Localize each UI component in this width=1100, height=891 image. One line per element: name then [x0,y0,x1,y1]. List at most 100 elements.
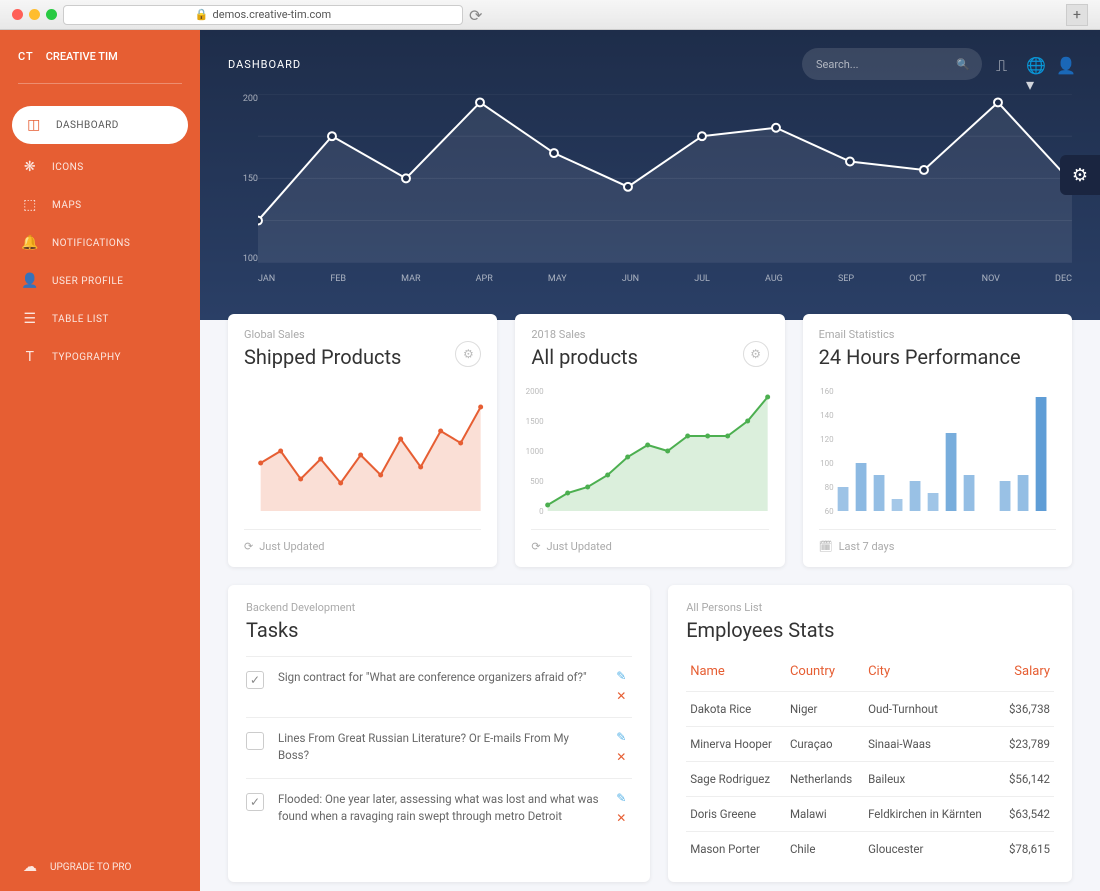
brand-name: CREATIVE TIM [46,50,118,63]
sidebar-item-maps[interactable]: ⬚ MAPS [0,186,200,224]
sidebar-item-label: TABLE LIST [52,314,109,325]
refresh-icon[interactable]: ⟳ [469,6,487,24]
calendar-icon: 🗓 [819,540,833,553]
table-row: Minerva Hooper Curaçao Sinaai-Waas $23,7… [686,727,1054,762]
cell-country: Netherlands [786,762,864,797]
sidebar-item-notifications[interactable]: 🔔 NOTIFICATIONS [0,224,200,262]
window-maximize-button[interactable] [46,9,57,20]
search-box[interactable]: 🔍 [802,48,982,80]
url-text: demos.creative-tim.com [213,8,332,21]
delete-icon[interactable]: ✕ [616,750,632,766]
cell-name: Mason Porter [686,832,786,867]
card-title: Shipped Products [244,345,481,369]
cell-name: Minerva Hooper [686,727,786,762]
cell-city: Feldkirchen in Kärnten [864,797,999,832]
panel-subtitle: Backend Development [246,601,632,614]
user-icon: 👤 [22,273,38,289]
task-checkbox[interactable] [246,732,264,750]
lock-icon: 🔒 [195,8,209,21]
panel-title: Employees Stats [686,618,1054,642]
table-row: Doris Greene Malawi Feldkirchen in Kärnt… [686,797,1054,832]
list-icon: ☰ [22,311,38,327]
sidebar-item-label: NOTIFICATIONS [52,238,130,249]
delete-icon[interactable]: ✕ [616,811,632,827]
gear-icon: ⚙ [1072,165,1088,186]
activity-icon[interactable]: ⎍ [996,56,1012,72]
card-settings-button[interactable]: ⚙ [743,341,769,367]
bottom-row: Backend Development Tasks Sign contract … [200,567,1100,891]
new-tab-button[interactable]: + [1066,4,1088,26]
cell-salary: $36,738 [999,692,1054,727]
cell-city: Oud-Turnhout [864,692,999,727]
edit-icon[interactable]: ✎ [616,791,632,807]
window-close-button[interactable] [12,9,23,20]
card-subtitle: 2018 Sales [531,328,768,341]
divider [18,83,182,84]
url-bar[interactable]: 🔒 demos.creative-tim.com [63,5,463,25]
svg-text:100: 100 [820,459,834,468]
card-title: 24 Hours Performance [819,345,1056,369]
sidebar-item-icons[interactable]: ❋ ICONS [0,148,200,186]
all-products-chart: 0500100015002000 [525,381,774,521]
hero-x-axis: JANFEBMARAPRMAYJUNJULAUGSEPOCTNOVDEC [258,274,1072,294]
map-icon: ⬚ [22,197,38,213]
cell-city: Gloucester [864,832,999,867]
cell-name: Dakota Rice [686,692,786,727]
upgrade-button[interactable]: ☁ UPGRADE TO PRO [0,843,200,891]
sidebar-item-typography[interactable]: T TYPOGRAPHY [0,338,200,376]
cell-salary: $63,542 [999,797,1054,832]
cell-salary: $56,142 [999,762,1054,797]
bell-icon: 🔔 [22,235,38,251]
task-row: Flooded: One year later, assessing what … [246,778,632,839]
sidebar-nav: ◫ DASHBOARD ❋ ICONS ⬚ MAPS 🔔 NOTIFICATIO… [0,96,200,843]
col-country[interactable]: Country [786,656,864,692]
svg-text:60: 60 [824,507,833,516]
gear-icon: ⚙ [750,347,761,361]
edit-icon[interactable]: ✎ [616,730,632,746]
hero-section: DASHBOARD 🔍 ⎍ 🌐 ▾ 👤 200150100 JANFEBMARA… [200,30,1100,320]
col-name[interactable]: Name [686,656,786,692]
table-row: Dakota Rice Niger Oud-Turnhout $36,738 [686,692,1054,727]
panel-title: Tasks [246,618,632,642]
task-checkbox[interactable] [246,793,264,811]
search-icon[interactable]: 🔍 [956,58,970,71]
card-footer: 🗓Last 7 days [819,529,1056,553]
col-salary[interactable]: Salary [999,656,1054,692]
cell-city: Baileux [864,762,999,797]
page-title: DASHBOARD [228,58,301,71]
panel-subtitle: All Persons List [686,601,1054,614]
svg-text:1500: 1500 [526,417,544,426]
table-row: Mason Porter Chile Gloucester $78,615 [686,832,1054,867]
table-row: Sage Rodriguez Netherlands Baileux $56,1… [686,762,1054,797]
delete-icon[interactable]: ✕ [616,689,632,705]
svg-text:80: 80 [824,483,833,492]
employees-panel: All Persons List Employees Stats Name Co… [668,585,1072,882]
stat-cards-row: Global Sales Shipped Products ⚙ ⟳Just Up… [200,314,1100,567]
brand[interactable]: CT CREATIVE TIM [0,30,200,83]
cell-name: Doris Greene [686,797,786,832]
task-checkbox[interactable] [246,671,264,689]
task-text: Flooded: One year later, assessing what … [278,791,602,826]
svg-text:0: 0 [539,507,544,516]
svg-text:1000: 1000 [526,447,544,456]
sidebar-item-label: ICONS [52,162,84,173]
col-city[interactable]: City [864,656,999,692]
settings-floating-button[interactable]: ⚙ [1060,155,1100,195]
sidebar-item-label: MAPS [52,200,82,211]
gear-icon: ⚙ [463,347,474,361]
cell-country: Curaçao [786,727,864,762]
svg-text:140: 140 [820,411,834,420]
main-content: DASHBOARD 🔍 ⎍ 🌐 ▾ 👤 200150100 JANFEBMARA… [200,30,1100,891]
sidebar-item-user-profile[interactable]: 👤 USER PROFILE [0,262,200,300]
window-minimize-button[interactable] [29,9,40,20]
cell-country: Niger [786,692,864,727]
edit-icon[interactable]: ✎ [616,669,632,685]
globe-icon[interactable]: 🌐 ▾ [1026,56,1042,72]
browser-chrome: 🔒 demos.creative-tim.com ⟳ + [0,0,1100,30]
sidebar-item-dashboard[interactable]: ◫ DASHBOARD [12,106,188,144]
hero-chart: 200150100 JANFEBMARAPRMAYJUNJULAUGSEPOCT… [228,94,1072,294]
user-menu-icon[interactable]: 👤 [1056,56,1072,72]
sidebar-item-table-list[interactable]: ☰ TABLE LIST [0,300,200,338]
search-input[interactable] [816,58,956,71]
cell-name: Sage Rodriguez [686,762,786,797]
